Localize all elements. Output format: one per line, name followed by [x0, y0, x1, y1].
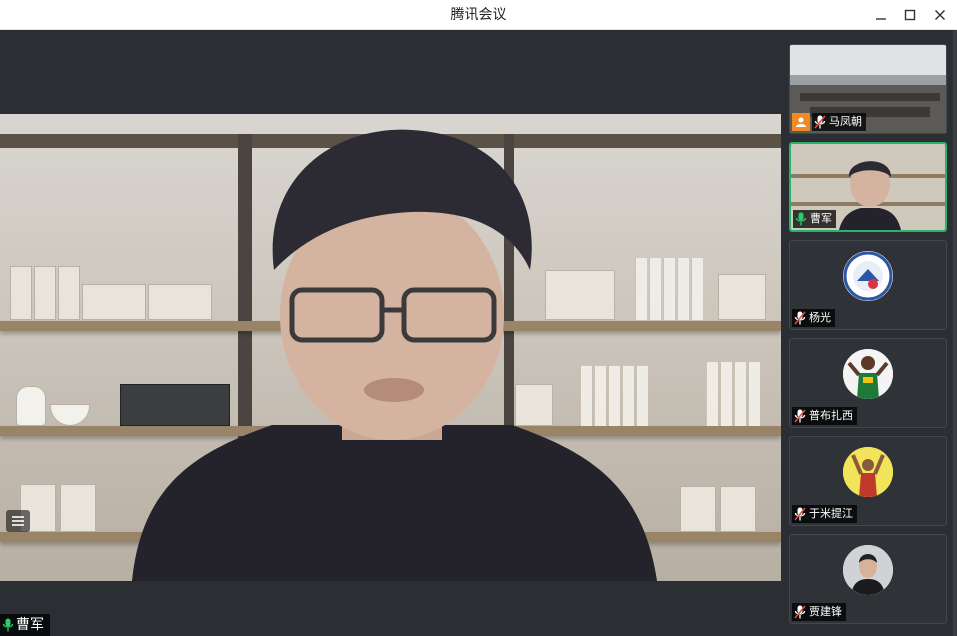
person-photo-avatar-icon	[843, 545, 893, 595]
maximize-button[interactable]	[899, 4, 921, 26]
cheering-person-avatar-icon	[843, 447, 893, 497]
minimize-icon	[876, 18, 886, 20]
main-video[interactable]	[0, 114, 781, 581]
participant-avatar	[843, 349, 893, 399]
person-icon	[796, 117, 806, 127]
maximize-icon	[904, 9, 916, 21]
speaker-video-feed	[132, 129, 657, 581]
participant-name-tag: 于米提江	[792, 505, 857, 523]
participant-name-tag: 普布扎西	[792, 407, 857, 425]
participant-name: 普布扎西	[809, 409, 853, 422]
participant-name: 曹军	[810, 212, 832, 225]
participant-name-tag: 杨光	[792, 309, 835, 327]
participant-list-toggle[interactable]	[6, 510, 30, 532]
main-stage	[0, 30, 781, 636]
window-title: 腾讯会议	[450, 7, 507, 23]
mic-muted-icon	[814, 115, 826, 129]
mic-muted-icon	[794, 605, 806, 619]
participant-tile[interactable]: 于米提江	[789, 436, 947, 526]
participant-avatar	[843, 251, 893, 301]
participant-avatar	[843, 447, 893, 497]
participant-tile[interactable]: 曹军	[789, 142, 947, 232]
host-badge	[792, 113, 810, 131]
participant-tile[interactable]: 贾建锋	[789, 534, 947, 624]
participant-tile[interactable]: 普布扎西	[789, 338, 947, 428]
participant-name-tag: 马凤朝	[812, 113, 866, 131]
participant-name: 贾建锋	[809, 605, 842, 618]
title-bar: 腾讯会议	[0, 0, 957, 30]
participant-name-tag: 贾建锋	[792, 603, 846, 621]
participant-name: 马凤朝	[829, 115, 862, 128]
participant-tile[interactable]: 马凤朝	[789, 44, 947, 134]
participant-avatar	[843, 545, 893, 595]
mic-muted-icon	[794, 507, 806, 521]
active-speaker-name: 曹军	[16, 617, 44, 633]
close-button[interactable]	[929, 4, 951, 26]
participant-name-tag: 曹军	[793, 210, 836, 228]
participant-tile[interactable]: 杨光	[789, 240, 947, 330]
minimize-button[interactable]	[870, 4, 892, 26]
mic-active-icon	[2, 618, 14, 632]
participant-name: 于米提江	[809, 507, 853, 520]
basketball-player-avatar-icon	[843, 349, 893, 399]
mic-muted-icon	[794, 311, 806, 325]
sidebar-scrollbar[interactable]	[953, 30, 957, 636]
list-icon	[6, 510, 30, 532]
mic-active-icon	[795, 212, 807, 226]
participant-name: 杨光	[809, 311, 831, 324]
mic-muted-icon	[794, 409, 806, 423]
close-icon	[935, 10, 945, 20]
active-speaker-tag: 曹军	[0, 614, 50, 636]
university-logo-icon	[843, 251, 893, 301]
participant-sidebar: 马凤朝 曹军 杨光 普布扎西 于米提江 贾建锋	[781, 30, 957, 636]
